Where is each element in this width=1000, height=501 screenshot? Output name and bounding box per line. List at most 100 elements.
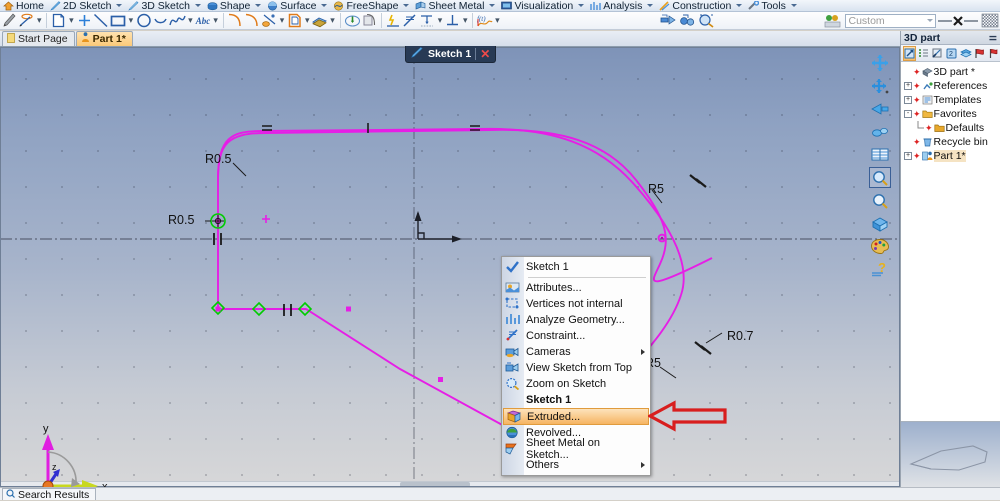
context-menu[interactable]: Sketch 1 Attributes... Vertices not intern… [501,256,651,476]
menu-surface[interactable]: Surface [264,0,330,11]
angle-dimension-icon[interactable] [402,12,419,30]
dropdown-caret[interactable]: ▾ [461,12,469,30]
pan-zoom-icon[interactable] [869,75,891,96]
menu-shape[interactable]: Shape [204,0,264,11]
dropdown-caret[interactable]: ▾ [493,12,501,30]
chevron-down-icon[interactable] [116,4,123,7]
dropdown-caret[interactable]: ▾ [186,12,194,30]
context-menu-item-view-sketch-from-top[interactable]: View Sketch from Top [502,360,650,376]
new-sketch-icon[interactable] [50,12,67,30]
context-menu-item-sheet-metal-on-sketch[interactable]: Sheet Metal on Sketch... [502,437,650,461]
context-menu-item-extruded[interactable]: Extruded... [503,408,649,425]
material-icon[interactable] [824,12,841,30]
layers-icon[interactable] [959,46,972,61]
dropdown-caret[interactable]: ▾ [278,12,286,30]
chevron-down-icon[interactable] [578,4,585,7]
dropdown-caret[interactable]: ▾ [35,12,43,30]
order-tree-icon[interactable]: 2 [945,46,958,61]
section-icon[interactable] [869,144,891,165]
style-combo[interactable]: Custom [845,13,937,28]
chevron-down-icon[interactable] [489,4,496,7]
dropdown-caret[interactable]: ▾ [127,12,135,30]
pin-icon[interactable]: ⚌ [989,32,997,43]
chevron-down-icon[interactable] [736,4,743,7]
distance-dimension-icon[interactable] [419,12,436,30]
model-tree[interactable]: ✦ 3D part * + ✦ References + ✦ Templates - ✦ Favor… [901,62,1000,421]
search-results-tab[interactable]: Search Results [2,488,97,501]
tree-node-references[interactable]: + ✦ References [902,79,999,93]
document-tab-start-page[interactable]: Start Page [2,31,75,46]
fly-icon[interactable] [869,98,891,119]
hatch-pattern-icon[interactable] [980,12,1000,30]
dimension-label[interactable]: R0.5 [168,213,194,227]
sketch-profile-icon[interactable] [18,12,35,30]
context-menu-item-cameras[interactable]: Cameras [502,344,650,360]
context-menu-item-sketch-1[interactable]: Sketch 1 [502,392,650,408]
tree-expander[interactable]: + [904,152,912,160]
equation-icon[interactable]: f(t) [476,12,493,30]
chevron-down-icon[interactable] [194,4,201,7]
tree-expander[interactable]: + [904,82,912,90]
chevron-down-icon[interactable] [790,4,797,7]
cancel-line-icon[interactable] [936,12,980,30]
cad-viewport[interactable]: R0.5 R0.5 R5 R0.7 R5 y x z ? [0,47,900,487]
chamfer-icon[interactable] [244,12,261,30]
context-menu-item-others[interactable]: Others [502,457,650,473]
dropdown-caret[interactable]: ▾ [436,12,444,30]
zoom-window-icon[interactable] [869,167,891,188]
intersect-icon[interactable] [361,12,378,30]
expand-tree-icon[interactable] [917,46,930,61]
context-menu-item-sketch-1[interactable]: Sketch 1 [502,259,650,275]
context-menu-item-attributes[interactable]: Attributes... [502,280,650,296]
tree-node-favorites[interactable]: - ✦ Favorites [902,107,999,121]
rotate-icon[interactable] [869,121,891,142]
arc-icon[interactable] [152,12,169,30]
chevron-down-icon[interactable] [255,4,262,7]
dimension-label[interactable]: R0.7 [727,329,753,343]
chevron-down-icon[interactable] [403,4,410,7]
rectangle-icon[interactable] [110,12,127,30]
tree-node-templates[interactable]: + ✦ Templates [902,93,999,107]
dropdown-caret[interactable]: ▾ [67,12,75,30]
extrude-surface-icon[interactable] [311,12,328,30]
palette-icon[interactable] [869,236,891,257]
zoom-window-icon[interactable] [697,12,716,30]
menu-3d-sketch[interactable]: 3D Sketch [125,0,203,11]
perpendicular-icon[interactable] [444,12,461,30]
active-sketch-tab[interactable]: Sketch 1 ✕ [405,46,497,63]
dropdown-caret[interactable]: ▾ [328,12,336,30]
context-menu-item-zoom-on-sketch[interactable]: Zoom on Sketch [502,376,650,392]
tree-node-defaults[interactable]: ✦ Defaults [902,120,999,135]
trim-icon[interactable] [261,12,278,30]
menu-analysis[interactable]: Analysis [587,0,656,11]
menu-home[interactable]: Home [0,0,47,11]
spline-icon[interactable] [169,12,186,30]
menu-construction[interactable]: Construction [656,0,745,11]
tree-node-part-1[interactable]: + ✦ Part 1* [902,149,999,163]
document-tab-part-1-[interactable]: Part 1* [75,31,133,46]
menu-visualization[interactable]: Visualization [498,0,587,11]
chevron-down-icon[interactable] [321,4,328,7]
dropdown-caret[interactable]: ▾ [212,12,220,30]
dimension-icon[interactable] [385,12,402,30]
view-profile-icon[interactable] [659,12,678,30]
box-view-icon[interactable] [869,213,891,234]
chevron-down-icon[interactable] [927,19,934,22]
dropdown-caret[interactable]: ▾ [303,12,311,30]
view-part-icon[interactable] [678,12,697,30]
menu-sheet-metal[interactable]: Sheet Metal [412,0,498,11]
tree-node-3d-part[interactable]: ✦ 3D part * [902,65,999,79]
text-abc-icon[interactable]: Abc [194,12,211,30]
dimension-label[interactable]: R0.5 [205,152,231,166]
menu-2d-sketch[interactable]: 2D Sketch [47,0,125,11]
help-icon[interactable]: ? [869,259,891,280]
dimension-label[interactable]: R5 [648,182,664,196]
filter-tree-icon[interactable] [931,46,944,61]
circle-icon[interactable] [135,12,152,30]
menu-freeshape[interactable]: FreeShape [330,0,412,11]
flag2-icon[interactable] [987,46,1000,61]
context-menu-item-analyze-geometry[interactable]: Analyze Geometry... [502,312,650,328]
close-icon[interactable]: ✕ [480,47,490,61]
context-menu-item-constraint[interactable]: Constraint... [502,328,650,344]
line-icon[interactable] [93,12,110,30]
